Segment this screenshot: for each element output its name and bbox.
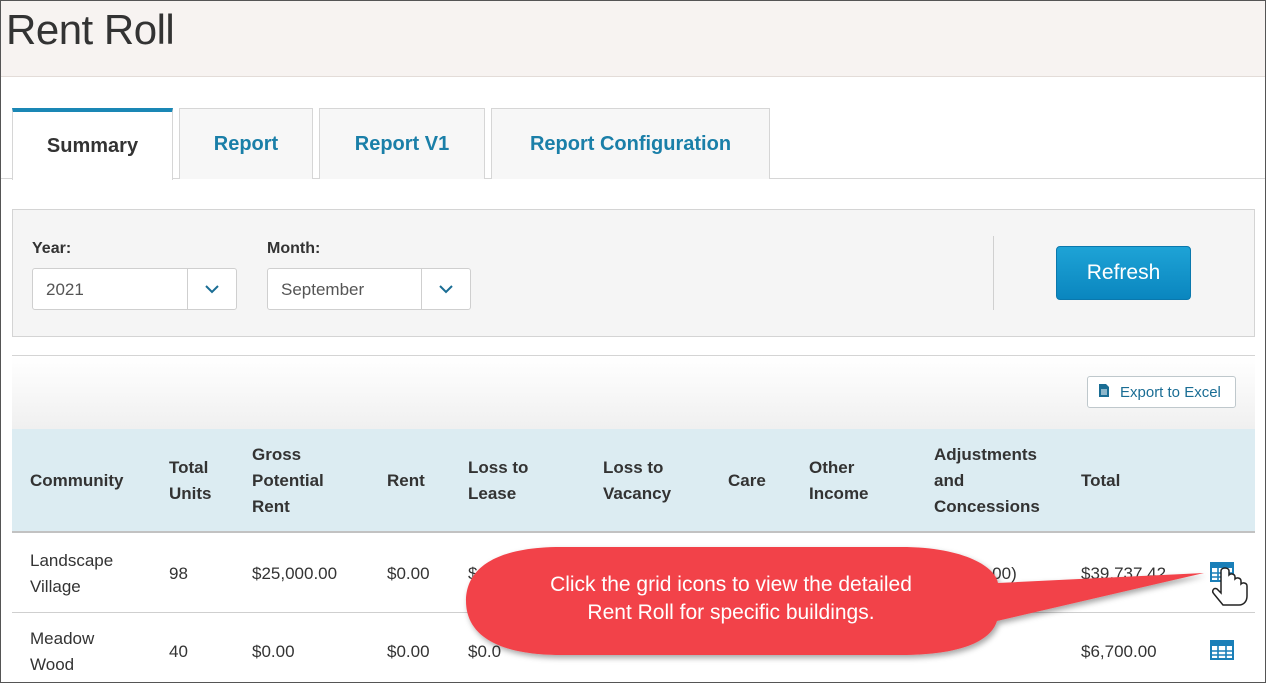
tab-summary-label: Summary [46, 134, 139, 157]
cell-rent: $0.00 [387, 642, 430, 661]
cell-total-units: 98 [169, 564, 188, 583]
year-label: Year: [32, 240, 72, 257]
header-loss-to-vacancy[interactable]: Loss to Vacancy [603, 429, 703, 533]
grid-icon[interactable] [1209, 639, 1235, 661]
refresh-button[interactable]: Refresh [1056, 246, 1191, 300]
tab-report-configuration[interactable]: Report Configuration [491, 108, 770, 179]
header-loss-to-lease[interactable]: Loss to Lease [468, 429, 568, 533]
month-select[interactable]: September [267, 268, 471, 310]
tab-bar: Summary Report Report V1 Report Configur… [1, 108, 1265, 180]
tab-report-v1-label: Report V1 [354, 132, 450, 155]
cell-total: $39,737.42 [1081, 564, 1167, 583]
month-value: September [281, 280, 365, 299]
export-label: Export to Excel [1120, 383, 1221, 401]
filter-panel: Year: 2021 Month: September Refresh [12, 209, 1255, 337]
table-header: Community Total Units Gross Potential Re… [12, 429, 1255, 533]
grid-icon[interactable] [1209, 561, 1235, 583]
chevron-down-icon[interactable] [421, 269, 470, 309]
rent-roll-grid: Export to Excel Community Total Units Gr… [12, 355, 1255, 682]
cell-gross-potential-rent: $0.00 [252, 642, 295, 661]
callout-line-2: Rent Roll for specific buildings. [587, 601, 875, 624]
cell-gross-potential-rent: $25,000.00 [252, 564, 338, 583]
header-care[interactable]: Care [728, 429, 788, 533]
header-total[interactable]: Total [1081, 429, 1161, 533]
year-select[interactable]: 2021 [32, 268, 237, 310]
callout-line-1: Click the grid icons to view the detaile… [550, 573, 912, 596]
header-rent[interactable]: Rent [387, 429, 457, 533]
header-gross-potential-rent[interactable]: Gross Potential Rent [252, 429, 362, 533]
tab-report-v1[interactable]: Report V1 [319, 108, 485, 179]
month-label: Month: [267, 240, 321, 257]
tab-report-label: Report [213, 132, 279, 155]
header-adjustments-and-concessions[interactable]: Adjustments and Concessions [934, 429, 1059, 533]
export-to-excel-button[interactable]: Export to Excel [1087, 376, 1236, 408]
cell-rent: $0.00 [387, 564, 430, 583]
cell-total: $6,700.00 [1081, 642, 1157, 661]
filter-divider [993, 236, 994, 310]
year-value: 2021 [46, 280, 84, 299]
cell-community: Landscape Village [30, 551, 114, 596]
header-community[interactable]: Community [30, 429, 160, 533]
cell-total-units: 40 [169, 642, 188, 661]
cell-community: Meadow Wood [30, 629, 95, 674]
app-frame: Rent Roll Summary Report Report V1 Repor… [0, 0, 1266, 683]
chevron-down-icon[interactable] [187, 269, 236, 309]
tab-report[interactable]: Report [179, 108, 313, 179]
header-other-income[interactable]: Other Income [809, 429, 899, 533]
grid-toolbar: Export to Excel [12, 356, 1255, 429]
tab-summary[interactable]: Summary [12, 108, 173, 180]
page-title: Rent Roll [6, 6, 175, 53]
page-header: Rent Roll [1, 1, 1265, 77]
file-icon [1098, 383, 1110, 402]
tab-report-configuration-label: Report Configuration [529, 132, 732, 155]
header-total-units[interactable]: Total Units [169, 429, 239, 533]
callout-text: Click the grid icons to view the detaile… [471, 571, 991, 627]
